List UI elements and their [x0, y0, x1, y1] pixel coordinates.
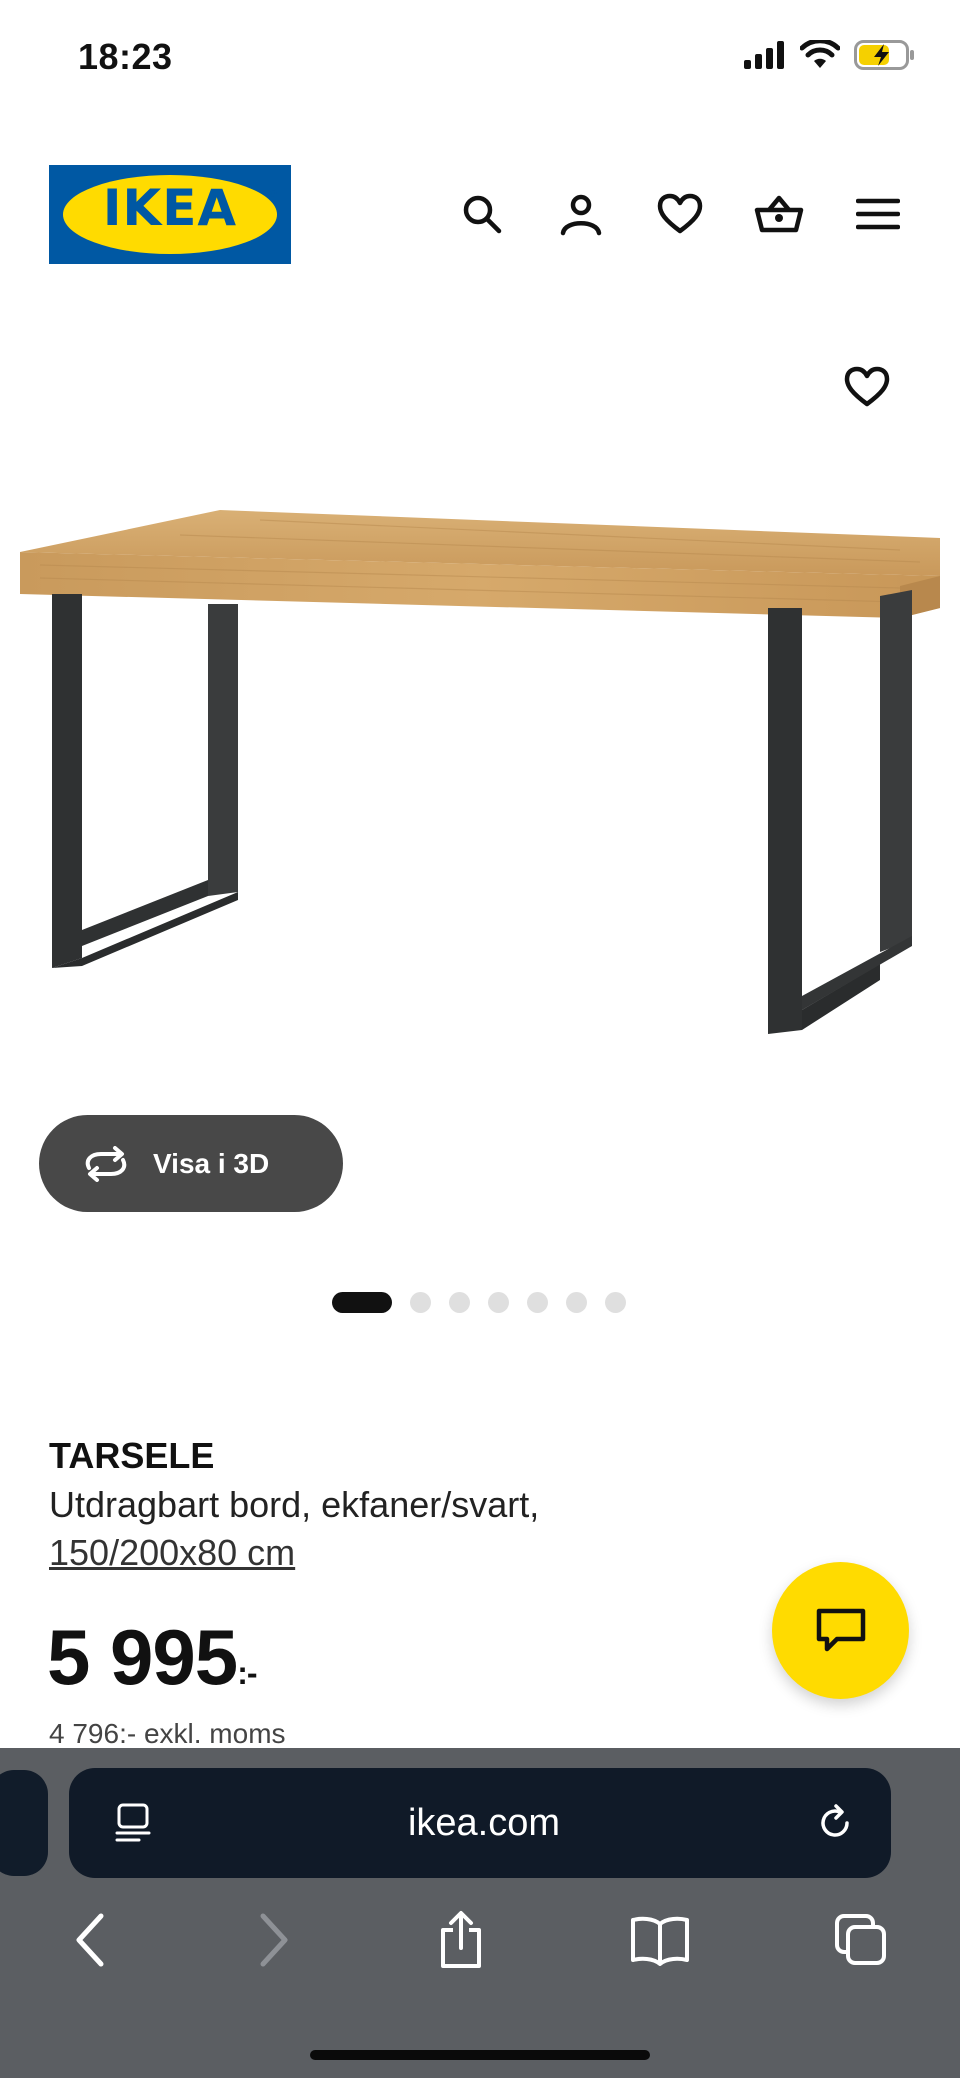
product-description: Utdragbart bord, ekfaner/svart, 150/200x… — [49, 1481, 539, 1577]
gallery-dot[interactable] — [566, 1292, 587, 1313]
bookmarks-icon[interactable] — [629, 1914, 691, 1966]
product-price: 5 995:- — [47, 1612, 258, 1703]
url-text[interactable]: ikea.com — [408, 1802, 560, 1845]
basket-icon[interactable] — [753, 188, 805, 240]
reload-icon[interactable] — [815, 1803, 855, 1843]
gallery-dot[interactable] — [449, 1292, 470, 1313]
gallery-dot[interactable] — [488, 1292, 509, 1313]
price-value: 5 995 — [47, 1613, 238, 1701]
logo-text: IKEA — [102, 179, 238, 237]
add-to-wishlist-button[interactable] — [844, 366, 890, 413]
status-time: 18:23 — [78, 36, 173, 77]
product-size-link[interactable]: 150/200x80 cm — [49, 1529, 539, 1577]
share-icon[interactable] — [435, 1910, 487, 1970]
back-icon[interactable] — [71, 1912, 111, 1968]
ikea-logo[interactable]: IKEA ® — [49, 165, 291, 264]
gallery-pagination — [332, 1292, 626, 1313]
reader-icon[interactable] — [113, 1802, 153, 1844]
view-in-3d-button[interactable]: Visa i 3D — [39, 1115, 343, 1212]
battery-icon — [854, 40, 914, 70]
gallery-dot[interactable] — [527, 1292, 548, 1313]
gallery-dot-active[interactable] — [332, 1292, 392, 1313]
status-icons — [744, 40, 916, 70]
home-indicator[interactable] — [310, 2050, 650, 2060]
gallery-dot[interactable] — [605, 1292, 626, 1313]
heart-icon — [844, 366, 890, 407]
tabs-icon[interactable] — [833, 1912, 889, 1968]
price-excl-vat: 4 796:- exkl. moms — [49, 1718, 286, 1749]
menu-icon[interactable] — [852, 188, 904, 240]
chat-button[interactable] — [772, 1562, 909, 1699]
product-image[interactable] — [0, 490, 960, 1050]
forward-icon[interactable] — [253, 1912, 293, 1968]
product-description-text: Utdragbart bord, ekfaner/svart, — [49, 1484, 540, 1525]
product-name: TARSELE — [49, 1435, 215, 1476]
previous-tab-preview[interactable] — [0, 1770, 48, 1876]
view-in-3d-label: Visa i 3D — [153, 1147, 270, 1179]
rotate-3d-icon — [85, 1145, 127, 1182]
address-bar[interactable]: ikea.com — [69, 1768, 891, 1878]
header-nav — [456, 188, 904, 240]
wifi-icon — [800, 40, 840, 68]
gallery-dot[interactable] — [410, 1292, 431, 1313]
chat-icon — [816, 1608, 865, 1651]
heart-icon[interactable] — [654, 188, 706, 240]
price-suffix: :- — [237, 1655, 257, 1691]
account-icon[interactable] — [555, 188, 607, 240]
signal-icon — [744, 41, 784, 69]
search-icon[interactable] — [456, 188, 508, 240]
browser-nav-toolbar — [0, 1900, 960, 1980]
